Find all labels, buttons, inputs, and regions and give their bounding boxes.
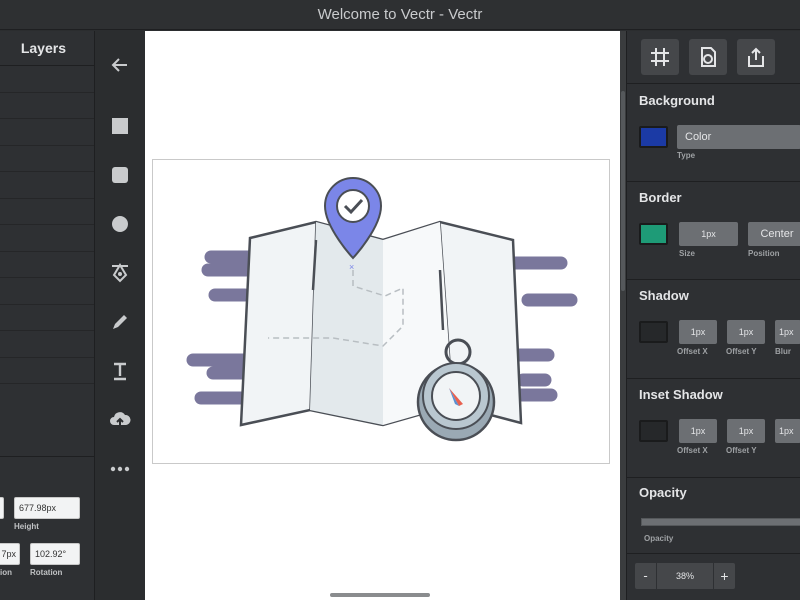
map-illustration[interactable]: ×: [153, 160, 609, 463]
type-label: Type: [677, 151, 696, 160]
opacity-slider[interactable]: [641, 518, 800, 526]
opacity-slider-fill: [642, 519, 800, 525]
divider: [627, 83, 800, 84]
divider: [0, 456, 95, 457]
divider: [627, 181, 800, 182]
layers-title: Layers: [0, 31, 94, 66]
layer-row[interactable]: [0, 305, 94, 331]
zoom-out-button[interactable]: -: [635, 563, 657, 589]
offset-y-label: Offset Y: [726, 446, 757, 455]
layer-row[interactable]: [0, 172, 94, 199]
horizontal-scrollbar[interactable]: [330, 593, 430, 597]
height-label: Height: [14, 522, 39, 531]
layer-row[interactable]: [0, 119, 94, 146]
height-field[interactable]: 677.98px: [14, 497, 80, 519]
tool-bar: [96, 31, 145, 600]
more-icon[interactable]: [108, 457, 132, 481]
position-label: Position: [748, 249, 780, 258]
shadow-title: Shadow: [639, 288, 689, 303]
window-title: Welcome to Vectr - Vectr: [0, 0, 800, 30]
layer-row[interactable]: [0, 146, 94, 172]
zoom-in-button[interactable]: +: [713, 563, 735, 589]
border-size-input[interactable]: 1px: [679, 222, 738, 246]
size-label: Size: [679, 249, 696, 258]
divider: [627, 279, 800, 280]
border-position-select[interactable]: Center: [748, 222, 800, 246]
layer-row[interactable]: [0, 358, 94, 384]
inset-shadow-color-swatch[interactable]: [639, 420, 668, 442]
layers-panel: Layers 677.98px Height 7px ion 102.92° R…: [0, 31, 95, 600]
opacity-label: Opacity: [644, 534, 674, 543]
zoom-control: - 38% +: [635, 563, 735, 589]
rounded-rectangle-icon[interactable]: [108, 163, 132, 187]
background-color-swatch[interactable]: [639, 126, 668, 148]
offset-x-label: Offset X: [677, 446, 708, 455]
shadow-offset-x-input[interactable]: 1px: [679, 320, 717, 344]
inset-shadow-title: Inset Shadow: [639, 387, 723, 402]
background-type-select[interactable]: Color: [677, 125, 800, 149]
width-field[interactable]: [0, 497, 4, 519]
document-settings-icon[interactable]: [689, 39, 727, 75]
svg-text:×: ×: [349, 262, 354, 272]
shadow-offset-y-input[interactable]: 1px: [727, 320, 765, 344]
shadow-blur-input[interactable]: 1px: [775, 320, 800, 344]
divider: [627, 477, 800, 478]
ellipse-icon[interactable]: [108, 212, 132, 236]
canvas[interactable]: ×: [145, 31, 620, 600]
share-export-icon[interactable]: [737, 39, 775, 75]
pencil-icon[interactable]: [108, 310, 132, 334]
inset-blur-input[interactable]: 1px: [775, 419, 800, 443]
background-title: Background: [639, 93, 715, 108]
artboard[interactable]: ×: [152, 159, 610, 464]
layers-list: [0, 66, 94, 384]
rectangle-icon[interactable]: [108, 114, 132, 138]
border-title: Border: [639, 190, 682, 205]
layer-row[interactable]: [0, 331, 94, 358]
offset-y-label: Offset Y: [726, 347, 757, 356]
layer-row[interactable]: [0, 278, 94, 305]
position-field[interactable]: 7px: [0, 543, 20, 565]
text-icon[interactable]: [108, 359, 132, 383]
layer-row[interactable]: [0, 252, 94, 278]
pen-icon[interactable]: [108, 261, 132, 285]
shadow-color-swatch[interactable]: [639, 321, 668, 343]
inset-offset-y-input[interactable]: 1px: [727, 419, 765, 443]
blur-label: Blur: [775, 347, 791, 356]
divider: [627, 553, 800, 554]
rotation-label: Rotation: [30, 568, 63, 577]
scrollbar-thumb[interactable]: [621, 91, 625, 291]
layer-row[interactable]: [0, 199, 94, 225]
grid-icon[interactable]: [641, 39, 679, 75]
rotation-field[interactable]: 102.92°: [30, 543, 80, 565]
offset-x-label: Offset X: [677, 347, 708, 356]
layer-row[interactable]: [0, 225, 94, 252]
opacity-title: Opacity: [639, 485, 687, 500]
divider: [627, 378, 800, 379]
position-label: ion: [0, 568, 12, 577]
border-color-swatch[interactable]: [639, 223, 668, 245]
layer-row[interactable]: [0, 93, 94, 119]
layer-row[interactable]: [0, 66, 94, 93]
inset-offset-x-input[interactable]: 1px: [679, 419, 717, 443]
properties-panel: Background Color Type Border 1px Size Ce…: [626, 31, 800, 600]
upload-icon[interactable]: [108, 408, 132, 432]
zoom-level[interactable]: 38%: [657, 563, 713, 589]
back-arrow-icon[interactable]: [108, 53, 132, 77]
